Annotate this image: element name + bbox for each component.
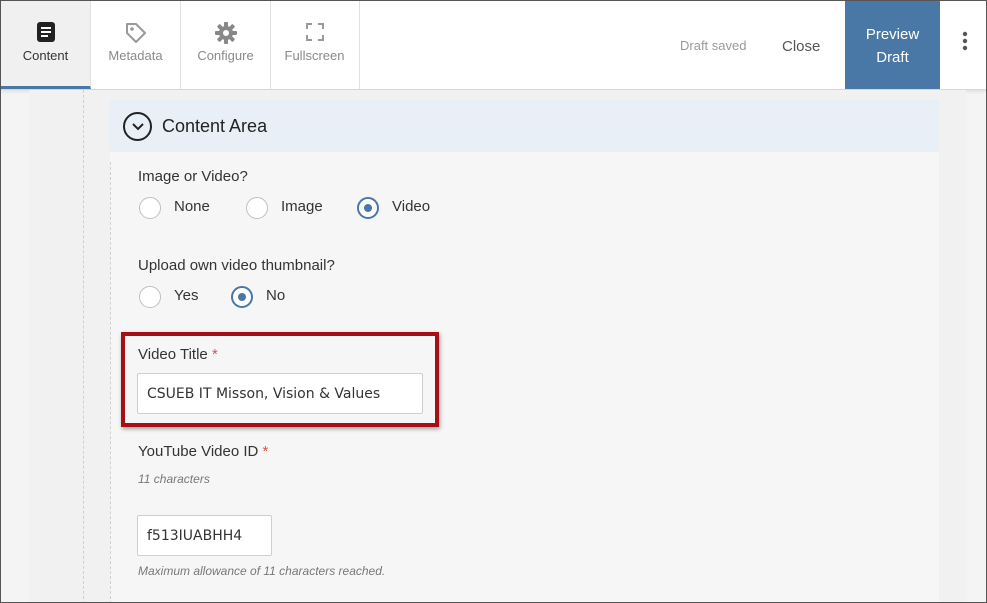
video-title-label: Video Title * bbox=[138, 346, 218, 363]
tab-content[interactable]: Content bbox=[1, 1, 91, 89]
editor-window: Content Metadata Configure Fullscreen Dr… bbox=[0, 0, 987, 603]
toolbar: Content Metadata Configure Fullscreen Dr… bbox=[1, 1, 986, 90]
radio-none-label: None bbox=[174, 198, 210, 215]
video-title-input[interactable] bbox=[137, 373, 423, 414]
more-options-button[interactable] bbox=[953, 31, 977, 61]
radio-image[interactable] bbox=[246, 197, 268, 219]
preview-label-line1: Preview bbox=[865, 26, 920, 43]
document-icon bbox=[1, 21, 90, 45]
radio-yes[interactable] bbox=[139, 286, 161, 308]
tab-configure[interactable]: Configure bbox=[181, 1, 271, 89]
radio-image-label: Image bbox=[281, 198, 323, 215]
vertical-ellipsis-icon bbox=[962, 31, 968, 51]
tab-label: Metadata bbox=[108, 48, 163, 63]
radio-no-label: No bbox=[266, 287, 286, 304]
fullscreen-icon bbox=[270, 21, 359, 45]
tag-icon bbox=[91, 21, 180, 45]
tab-label: Configure bbox=[197, 48, 254, 63]
draft-status: Draft saved bbox=[680, 38, 747, 53]
tab-fullscreen[interactable]: Fullscreen bbox=[270, 1, 360, 89]
section-title: Content Area bbox=[162, 116, 268, 136]
radio-video[interactable] bbox=[357, 197, 379, 219]
thumbnail-label: Upload own video thumbnail? bbox=[138, 257, 335, 274]
media-type-label: Image or Video? bbox=[138, 168, 248, 185]
required-mark: * bbox=[262, 443, 269, 460]
nesting-guide bbox=[83, 90, 84, 602]
tab-label: Content bbox=[22, 48, 69, 63]
youtube-id-hint: 11 characters bbox=[138, 472, 210, 486]
radio-no[interactable] bbox=[231, 286, 253, 308]
radio-video-label: Video bbox=[392, 198, 431, 215]
youtube-id-label: YouTube Video ID * bbox=[138, 443, 268, 460]
youtube-id-input[interactable] bbox=[137, 515, 272, 556]
radio-yes-label: Yes bbox=[174, 287, 199, 304]
youtube-id-label-text: YouTube Video ID bbox=[138, 443, 259, 460]
preview-label-line2: Draft bbox=[876, 49, 909, 66]
tab-metadata[interactable]: Metadata bbox=[91, 1, 181, 89]
gear-icon bbox=[181, 21, 270, 45]
youtube-id-limit-note: Maximum allowance of 11 characters reach… bbox=[138, 564, 386, 578]
nesting-guide-inner bbox=[110, 162, 111, 602]
chevron-down-circle-icon[interactable] bbox=[123, 112, 152, 141]
tab-label: Fullscreen bbox=[284, 48, 345, 63]
required-mark: * bbox=[211, 346, 218, 363]
video-title-label-text: Video Title bbox=[138, 346, 208, 363]
radio-none[interactable] bbox=[139, 197, 161, 219]
close-button[interactable]: Close bbox=[782, 38, 820, 55]
preview-draft-button[interactable]: Preview Draft bbox=[845, 1, 940, 89]
